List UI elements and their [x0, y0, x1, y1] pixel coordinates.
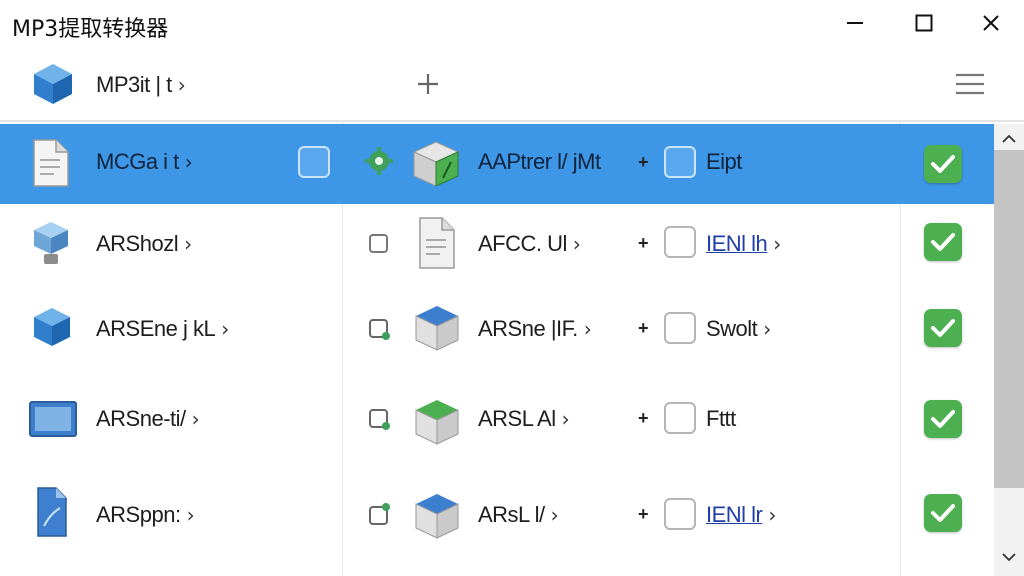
chevron-right-icon: ›	[186, 503, 195, 527]
list-row[interactable]: MCGa i t › AAPtrer l/ jMt + Eipt	[0, 124, 994, 204]
maximize-icon	[915, 14, 933, 32]
chevron-up-icon	[1002, 134, 1016, 143]
box-icon	[412, 141, 460, 187]
cube-icon	[34, 308, 70, 346]
plus-icon: +	[638, 408, 649, 428]
checkbox-status-icon[interactable]	[368, 318, 392, 342]
minimize-icon	[847, 22, 863, 24]
row-output-checkbox[interactable]	[664, 226, 696, 258]
row-output: Fttt	[706, 406, 736, 431]
cube-icon	[34, 64, 72, 104]
chevron-right-icon: ›	[583, 317, 592, 341]
row-target: ARSL Al ›	[478, 406, 570, 431]
list-row[interactable]: ARShozl › AFCC. Ul › + IENl lh ›	[0, 204, 994, 290]
plus-icon: +	[638, 504, 649, 524]
plus-icon: +	[638, 152, 649, 172]
blue-document-icon	[37, 487, 67, 537]
check-icon[interactable]	[924, 145, 962, 183]
chevron-right-icon: ›	[773, 232, 781, 256]
chevron-down-icon	[1002, 553, 1016, 562]
chevron-right-icon: ›	[177, 73, 186, 97]
plus-icon: +	[638, 318, 649, 338]
row-name: MCGa i t ›	[96, 149, 193, 174]
chevron-right-icon: ›	[561, 407, 570, 431]
list-header: MP3it | t ›	[0, 50, 1024, 122]
chevron-right-icon: ›	[550, 503, 559, 527]
row-output-checkbox[interactable]	[664, 312, 696, 344]
gear-icon	[365, 147, 393, 175]
document-icon	[33, 139, 69, 187]
row-checkbox[interactable]	[298, 146, 330, 178]
chevron-right-icon: ›	[184, 232, 192, 256]
box-icon	[415, 306, 459, 351]
vertical-scrollbar[interactable]	[994, 124, 1024, 576]
box-icon	[415, 494, 459, 539]
row-output: Eipt	[706, 149, 742, 174]
monitor-icon	[29, 401, 77, 437]
row-target: ARSne |IF. ›	[478, 316, 592, 341]
plus-icon[interactable]	[416, 72, 440, 96]
row-target: AFCC. Ul ›	[478, 231, 581, 256]
checkbox-status-icon[interactable]	[368, 502, 392, 526]
scrollbar-thumb[interactable]	[994, 150, 1024, 488]
checkbox-status-icon[interactable]	[368, 408, 392, 432]
header-column-label[interactable]: MP3it | t ›	[96, 72, 186, 98]
list-row[interactable]: ARSppn: › ARsL l/› + IENl lr ›	[0, 468, 994, 564]
row-output[interactable]: IENl lh ›	[706, 231, 781, 257]
box-icon	[415, 400, 459, 445]
chevron-right-icon: ›	[572, 232, 581, 256]
check-icon[interactable]	[924, 223, 962, 261]
row-output[interactable]: IENl lr ›	[706, 502, 776, 528]
title-bar: MP3提取转换器	[0, 0, 1024, 48]
row-output-checkbox[interactable]	[664, 498, 696, 530]
row-output-checkbox[interactable]	[664, 146, 696, 178]
plus-icon: +	[638, 233, 649, 253]
scroll-up-button[interactable]	[1000, 130, 1018, 148]
row-name: ARSne-ti/›	[96, 406, 200, 431]
chevron-right-icon: ›	[191, 407, 200, 431]
row-name: ARSEne j kL ›	[96, 316, 229, 341]
row-output: Swolt ›	[706, 316, 771, 341]
list-row[interactable]: ARSne-ti/› ARSL Al › + Fttt	[0, 376, 994, 468]
window-title: MP3提取转换器	[12, 17, 169, 42]
list-row[interactable]: ARSEne j kL › ARSne |IF. › + Swolt ›	[0, 290, 994, 376]
hamburger-menu-icon[interactable]	[955, 72, 985, 96]
close-icon	[983, 15, 999, 31]
minimize-button[interactable]	[822, 0, 888, 46]
chevron-right-icon: ›	[184, 150, 193, 174]
row-name: ARSppn: ›	[96, 502, 195, 527]
row-checkbox[interactable]	[369, 234, 388, 253]
cube-icon	[34, 222, 68, 264]
check-icon[interactable]	[924, 400, 962, 438]
document-icon	[419, 217, 455, 269]
maximize-button[interactable]	[891, 0, 957, 46]
check-icon[interactable]	[924, 309, 962, 347]
chevron-right-icon: ›	[768, 503, 776, 527]
chevron-right-icon: ›	[763, 317, 771, 341]
check-icon[interactable]	[924, 494, 962, 532]
close-button[interactable]	[958, 0, 1024, 46]
row-name: ARShozl ›	[96, 231, 192, 256]
row-output-checkbox[interactable]	[664, 402, 696, 434]
scroll-down-button[interactable]	[1000, 548, 1018, 566]
chevron-right-icon: ›	[221, 317, 229, 341]
row-target: ARsL l/›	[478, 502, 559, 527]
row-target: AAPtrer l/ jMt	[478, 149, 601, 174]
